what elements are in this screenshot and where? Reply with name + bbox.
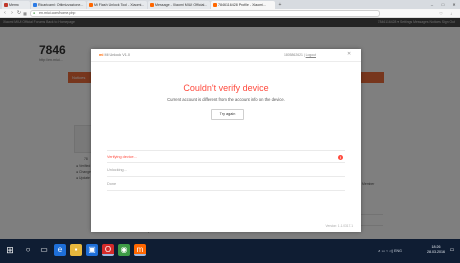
account-info: 1805862621 | Logout	[284, 53, 316, 57]
opera-icon[interactable]: O	[102, 244, 114, 256]
new-tab-button[interactable]: +	[277, 1, 283, 9]
browser-tab-menu[interactable]: Меню	[2, 1, 30, 9]
address-bar-row: ‹ › ↻ ▦ ● en.miui.com/home.php ♡ ↓	[0, 9, 460, 18]
url-input[interactable]: ● en.miui.com/home.php	[30, 10, 380, 17]
dialog-title: mi Mi Unlock V1.0	[99, 53, 131, 57]
error-icon: !	[338, 155, 343, 160]
browser-tab[interactable]: Mi Flash Unlock Tool - Xiaomi...	[87, 1, 147, 9]
download-icon[interactable]: ↓	[448, 10, 454, 17]
try-again-button[interactable]: Try again	[211, 109, 244, 120]
version-label: Version: 1.1.0317.1	[325, 224, 353, 228]
step-done: Done	[107, 178, 345, 191]
browser-tab-active[interactable]: 7846116428 Profile - Xiaomi...	[211, 1, 275, 9]
browser-tab[interactable]: Ricaricami: Ottimizzazione...	[31, 1, 86, 9]
edge-icon[interactable]: e	[54, 244, 66, 256]
browser-tab-strip: Меню Ricaricami: Ottimizzazione... Mi Fl…	[0, 0, 460, 9]
close-window-button[interactable]: ✕	[449, 0, 459, 9]
maximize-button[interactable]: □	[438, 0, 448, 9]
browser-tab[interactable]: Message - Xiaomi MIUI Official...	[148, 1, 210, 9]
back-button[interactable]: ‹	[2, 10, 8, 17]
mi-favicon-icon	[213, 3, 217, 7]
search-icon[interactable]: ○	[22, 244, 34, 256]
mi-logo-icon: mi	[99, 53, 104, 57]
step-unlocking: Unlocking...	[107, 164, 345, 177]
forward-button[interactable]: ›	[9, 10, 15, 17]
file-explorer-icon[interactable]: ▪	[70, 244, 82, 256]
store-icon[interactable]: ▣	[86, 244, 98, 256]
taskbar-clock[interactable]: 18:26 28.03.2016	[427, 245, 445, 255]
speed-dial-icon[interactable]: ▦	[22, 10, 28, 17]
lock-icon: ●	[33, 11, 36, 15]
windows-taskbar: ⊞ ○ ▭ e ▪ ▣ O ◉ m ∧ ▭ ⌁ ◁) ENG 18:26 28.…	[0, 239, 460, 263]
error-heading: Couldn't verify device	[183, 83, 269, 93]
system-tray[interactable]: ∧ ▭ ⌁ ◁) ENG	[378, 239, 402, 263]
step-verifying: Verifying device... !	[107, 150, 345, 163]
task-view-icon[interactable]: ▭	[38, 244, 50, 256]
logout-link[interactable]: Logout	[306, 53, 316, 57]
notifications-icon[interactable]: ▭	[447, 244, 457, 256]
heart-icon[interactable]: ♡	[438, 10, 444, 17]
site-favicon-icon	[33, 3, 37, 7]
windows-start-icon[interactable]: ⊞	[4, 244, 16, 256]
mi-favicon-icon	[150, 3, 154, 7]
mi-unlock-icon[interactable]: m	[134, 244, 146, 256]
modal-overlay: mi Mi Unlock V1.0 1805862621 | Logout ✕ …	[0, 18, 460, 239]
dialog-close-button[interactable]: ✕	[347, 51, 351, 57]
divider	[91, 61, 361, 62]
error-subtext: Current account is different from the ac…	[167, 97, 285, 102]
chrome-icon[interactable]: ◉	[118, 244, 130, 256]
minimize-button[interactable]: –	[427, 0, 437, 9]
opera-menu-icon	[4, 3, 8, 7]
mi-unlock-dialog: mi Mi Unlock V1.0 1805862621 | Logout ✕ …	[91, 49, 361, 232]
mi-favicon-icon	[89, 3, 93, 7]
